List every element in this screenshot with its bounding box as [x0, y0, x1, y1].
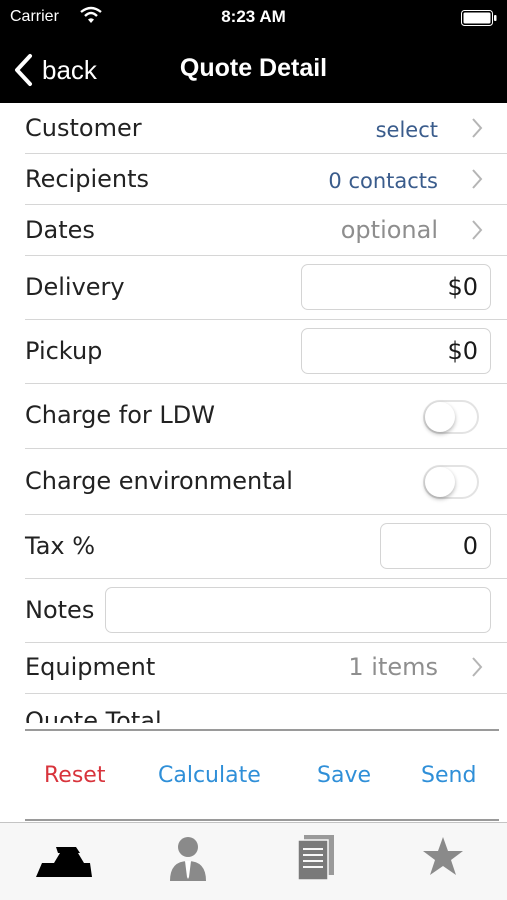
delivery-row: Delivery $0: [25, 256, 507, 320]
status-time: 8:23 AM: [221, 7, 286, 26]
recipients-row[interactable]: Recipients 0 contacts: [25, 154, 507, 205]
calculate-button[interactable]: Calculate: [158, 763, 261, 788]
pickup-label: Pickup: [25, 337, 103, 365]
documents-icon: [297, 835, 334, 881]
tab-bar: [0, 822, 507, 900]
customer-row[interactable]: Customer select: [25, 103, 507, 154]
equipment-label: Equipment: [25, 653, 156, 681]
delivery-input[interactable]: $0: [301, 264, 491, 310]
battery-icon: [461, 10, 497, 26]
dates-value: optional: [340, 216, 438, 244]
tab-person[interactable]: [158, 833, 218, 883]
tab-equipment[interactable]: [34, 833, 94, 883]
recipients-value: 0 contacts: [328, 169, 438, 193]
quote-total-row: Quote Total: [25, 694, 507, 723]
chevron-right-icon: [472, 220, 483, 240]
save-button[interactable]: Save: [317, 763, 371, 788]
customer-value: select: [375, 118, 438, 142]
delivery-label: Delivery: [25, 273, 125, 301]
charge-environmental-row: Charge environmental: [25, 449, 507, 515]
charge-ldw-toggle[interactable]: [423, 400, 479, 434]
toggle-knob: [425, 402, 455, 432]
pickup-row: Pickup $0: [25, 320, 507, 384]
star-icon: [423, 837, 463, 875]
charge-environmental-toggle[interactable]: [423, 465, 479, 499]
status-bar: Carrier 8:23 AM: [0, 0, 507, 36]
recipients-label: Recipients: [25, 165, 150, 193]
quote-form: Customer select Recipients 0 contacts Da…: [0, 103, 507, 723]
page-title: Quote Detail: [179, 54, 328, 82]
send-button[interactable]: Send: [421, 763, 476, 788]
chevron-right-icon: [472, 169, 483, 189]
person-icon: [170, 837, 206, 881]
bottom-divider: [25, 819, 499, 821]
notes-label: Notes: [25, 596, 95, 624]
notes-input[interactable]: [105, 587, 491, 633]
chevron-right-icon: [472, 657, 483, 677]
charge-ldw-row: Charge for LDW: [25, 384, 507, 449]
pickup-input[interactable]: $0: [301, 328, 491, 374]
tax-input[interactable]: 0: [380, 523, 491, 569]
equipment-value: 1 items: [348, 653, 438, 681]
navigation-bar: back Quote Detail: [0, 36, 507, 103]
dates-row[interactable]: Dates optional: [25, 205, 507, 256]
equipment-row[interactable]: Equipment 1 items: [25, 643, 507, 694]
charge-environmental-label: Charge environmental: [25, 467, 293, 495]
tax-label: Tax %: [25, 532, 96, 560]
customer-label: Customer: [25, 114, 142, 142]
equipment-icon: [36, 847, 92, 877]
tab-documents[interactable]: [286, 833, 346, 883]
charge-ldw-label: Charge for LDW: [25, 401, 215, 429]
tab-favorites[interactable]: [413, 833, 473, 883]
dates-label: Dates: [25, 216, 95, 244]
top-divider: [25, 729, 499, 731]
notes-row: Notes: [25, 579, 507, 643]
tax-row: Tax % 0: [25, 515, 507, 579]
quote-total-label: Quote Total: [25, 707, 162, 723]
toggle-knob: [425, 467, 455, 497]
reset-button[interactable]: Reset: [44, 763, 105, 788]
chevron-right-icon: [472, 118, 483, 138]
action-bar: Reset Calculate Save Send: [0, 745, 507, 809]
